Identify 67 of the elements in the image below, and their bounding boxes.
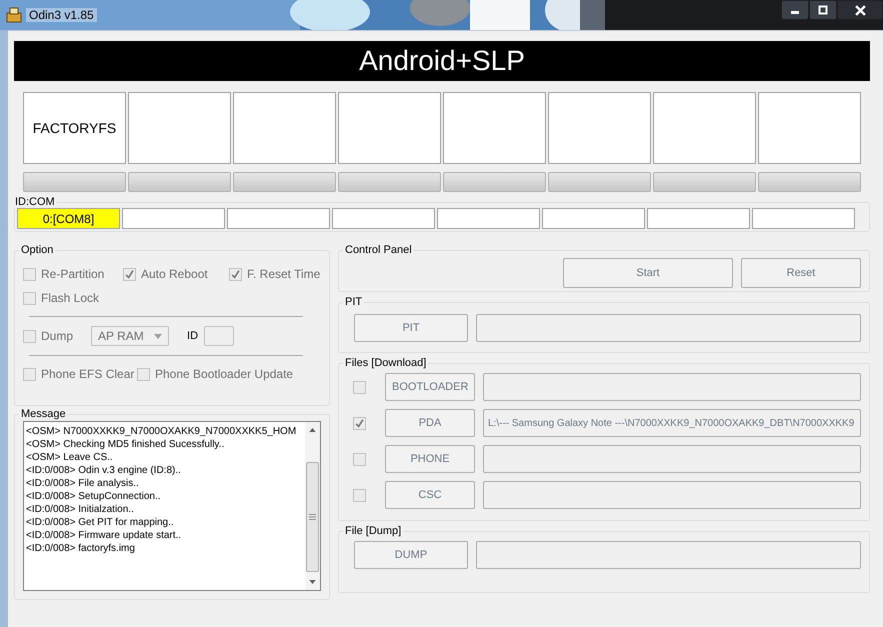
checkbox-label: Flash Lock <box>41 291 100 305</box>
dropdown[interactable]: AP RAM <box>91 326 170 346</box>
group-label: PIT <box>344 296 364 308</box>
scrollbar[interactable] <box>305 422 320 590</box>
group-label: Option <box>20 244 54 256</box>
checkbox-label: Dump <box>41 329 74 343</box>
group-label: Files [Download] <box>344 357 428 369</box>
checkbox-label: Phone Bootloader Update <box>155 367 294 381</box>
log-line: <ID:0/008> Get PIT for mapping.. <box>26 516 175 529</box>
dump-button[interactable]: DUMP <box>354 541 468 569</box>
caret-icon <box>154 334 162 338</box>
checkbox[interactable] <box>353 416 366 430</box>
close-icon <box>854 4 866 16</box>
checkbox[interactable] <box>23 292 36 304</box>
field-label: ID <box>187 330 198 342</box>
checkbox[interactable] <box>353 452 366 466</box>
log-line: <ID:0/008> File analysis.. <box>26 477 140 490</box>
path-field[interactable]: L:\--- Samsung Galaxy Note ---\N7000XXKK9_N7000OXAKK9_DBT\N7000XXKK9 <box>483 409 861 437</box>
window-title: Odin3 v1.85 <box>26 8 97 22</box>
file-button[interactable]: BOOTLOADER <box>385 373 475 401</box>
path-field[interactable] <box>476 314 861 342</box>
pit-button[interactable]: PIT <box>354 314 468 342</box>
file-button[interactable]: CSC <box>385 481 475 509</box>
log-line: <ID:0/008> Odin v.3 engine (ID:8).. <box>26 464 182 477</box>
minimize-button[interactable] <box>781 0 809 20</box>
path-field[interactable] <box>476 541 861 569</box>
path-field[interactable] <box>483 373 861 401</box>
checkbox[interactable] <box>123 268 136 280</box>
checkbox[interactable] <box>229 268 242 280</box>
scroll-down-icon <box>309 580 316 584</box>
path-field[interactable] <box>483 445 861 473</box>
port-cell: 0:[COM8] <box>17 208 120 229</box>
maximize-icon <box>818 5 828 15</box>
start-button[interactable]: Start <box>563 258 733 288</box>
checkbox[interactable] <box>23 330 36 342</box>
log-line: <OSM> N7000XXKK9_N7000OXAKK9_N7000XXKK5_HOM <box>26 425 298 438</box>
path-field[interactable] <box>483 481 861 509</box>
checkbox[interactable] <box>23 368 36 380</box>
banner-title: Android+SLP <box>14 41 870 81</box>
log-line: <ID:0/008> factoryfs.img <box>26 542 136 555</box>
checkbox[interactable] <box>353 488 366 502</box>
reset-button[interactable]: Reset <box>741 258 861 288</box>
checkbox[interactable] <box>23 268 36 280</box>
group-label: Control Panel <box>344 244 413 256</box>
scroll-up-icon <box>309 428 316 432</box>
maximize-button[interactable] <box>809 0 837 20</box>
file-button[interactable]: PDA <box>385 409 475 437</box>
checkbox[interactable] <box>353 380 366 394</box>
input-field[interactable] <box>204 326 234 346</box>
log-line: <ID:0/008> Initialzation.. <box>26 503 135 516</box>
grip-icon <box>309 514 316 520</box>
checkbox-label: F. Reset Time <box>247 267 320 281</box>
group-label: ID:COM <box>14 196 56 208</box>
file-slot: FACTORYFS <box>23 92 126 164</box>
group-label: Message <box>20 408 67 420</box>
close-button[interactable] <box>837 0 883 20</box>
checkbox[interactable] <box>137 368 150 380</box>
log-line: <OSM> Checking MD5 finished Sucessfully.. <box>26 438 226 451</box>
log-line: <OSM> Leave CS.. <box>26 451 114 464</box>
checkbox-label: Auto Reboot <box>141 267 208 281</box>
log-line: <ID:0/008> Firmware update start.. <box>26 529 182 542</box>
checkbox-label: Re-Partition <box>41 267 104 281</box>
group-label: File [Dump] <box>344 525 402 537</box>
file-button[interactable]: PHONE <box>385 445 475 473</box>
checkbox-label: Phone EFS Clear <box>41 367 134 381</box>
log-line: <ID:0/008> SetupConnection.. <box>26 490 162 503</box>
app-icon <box>6 7 22 23</box>
